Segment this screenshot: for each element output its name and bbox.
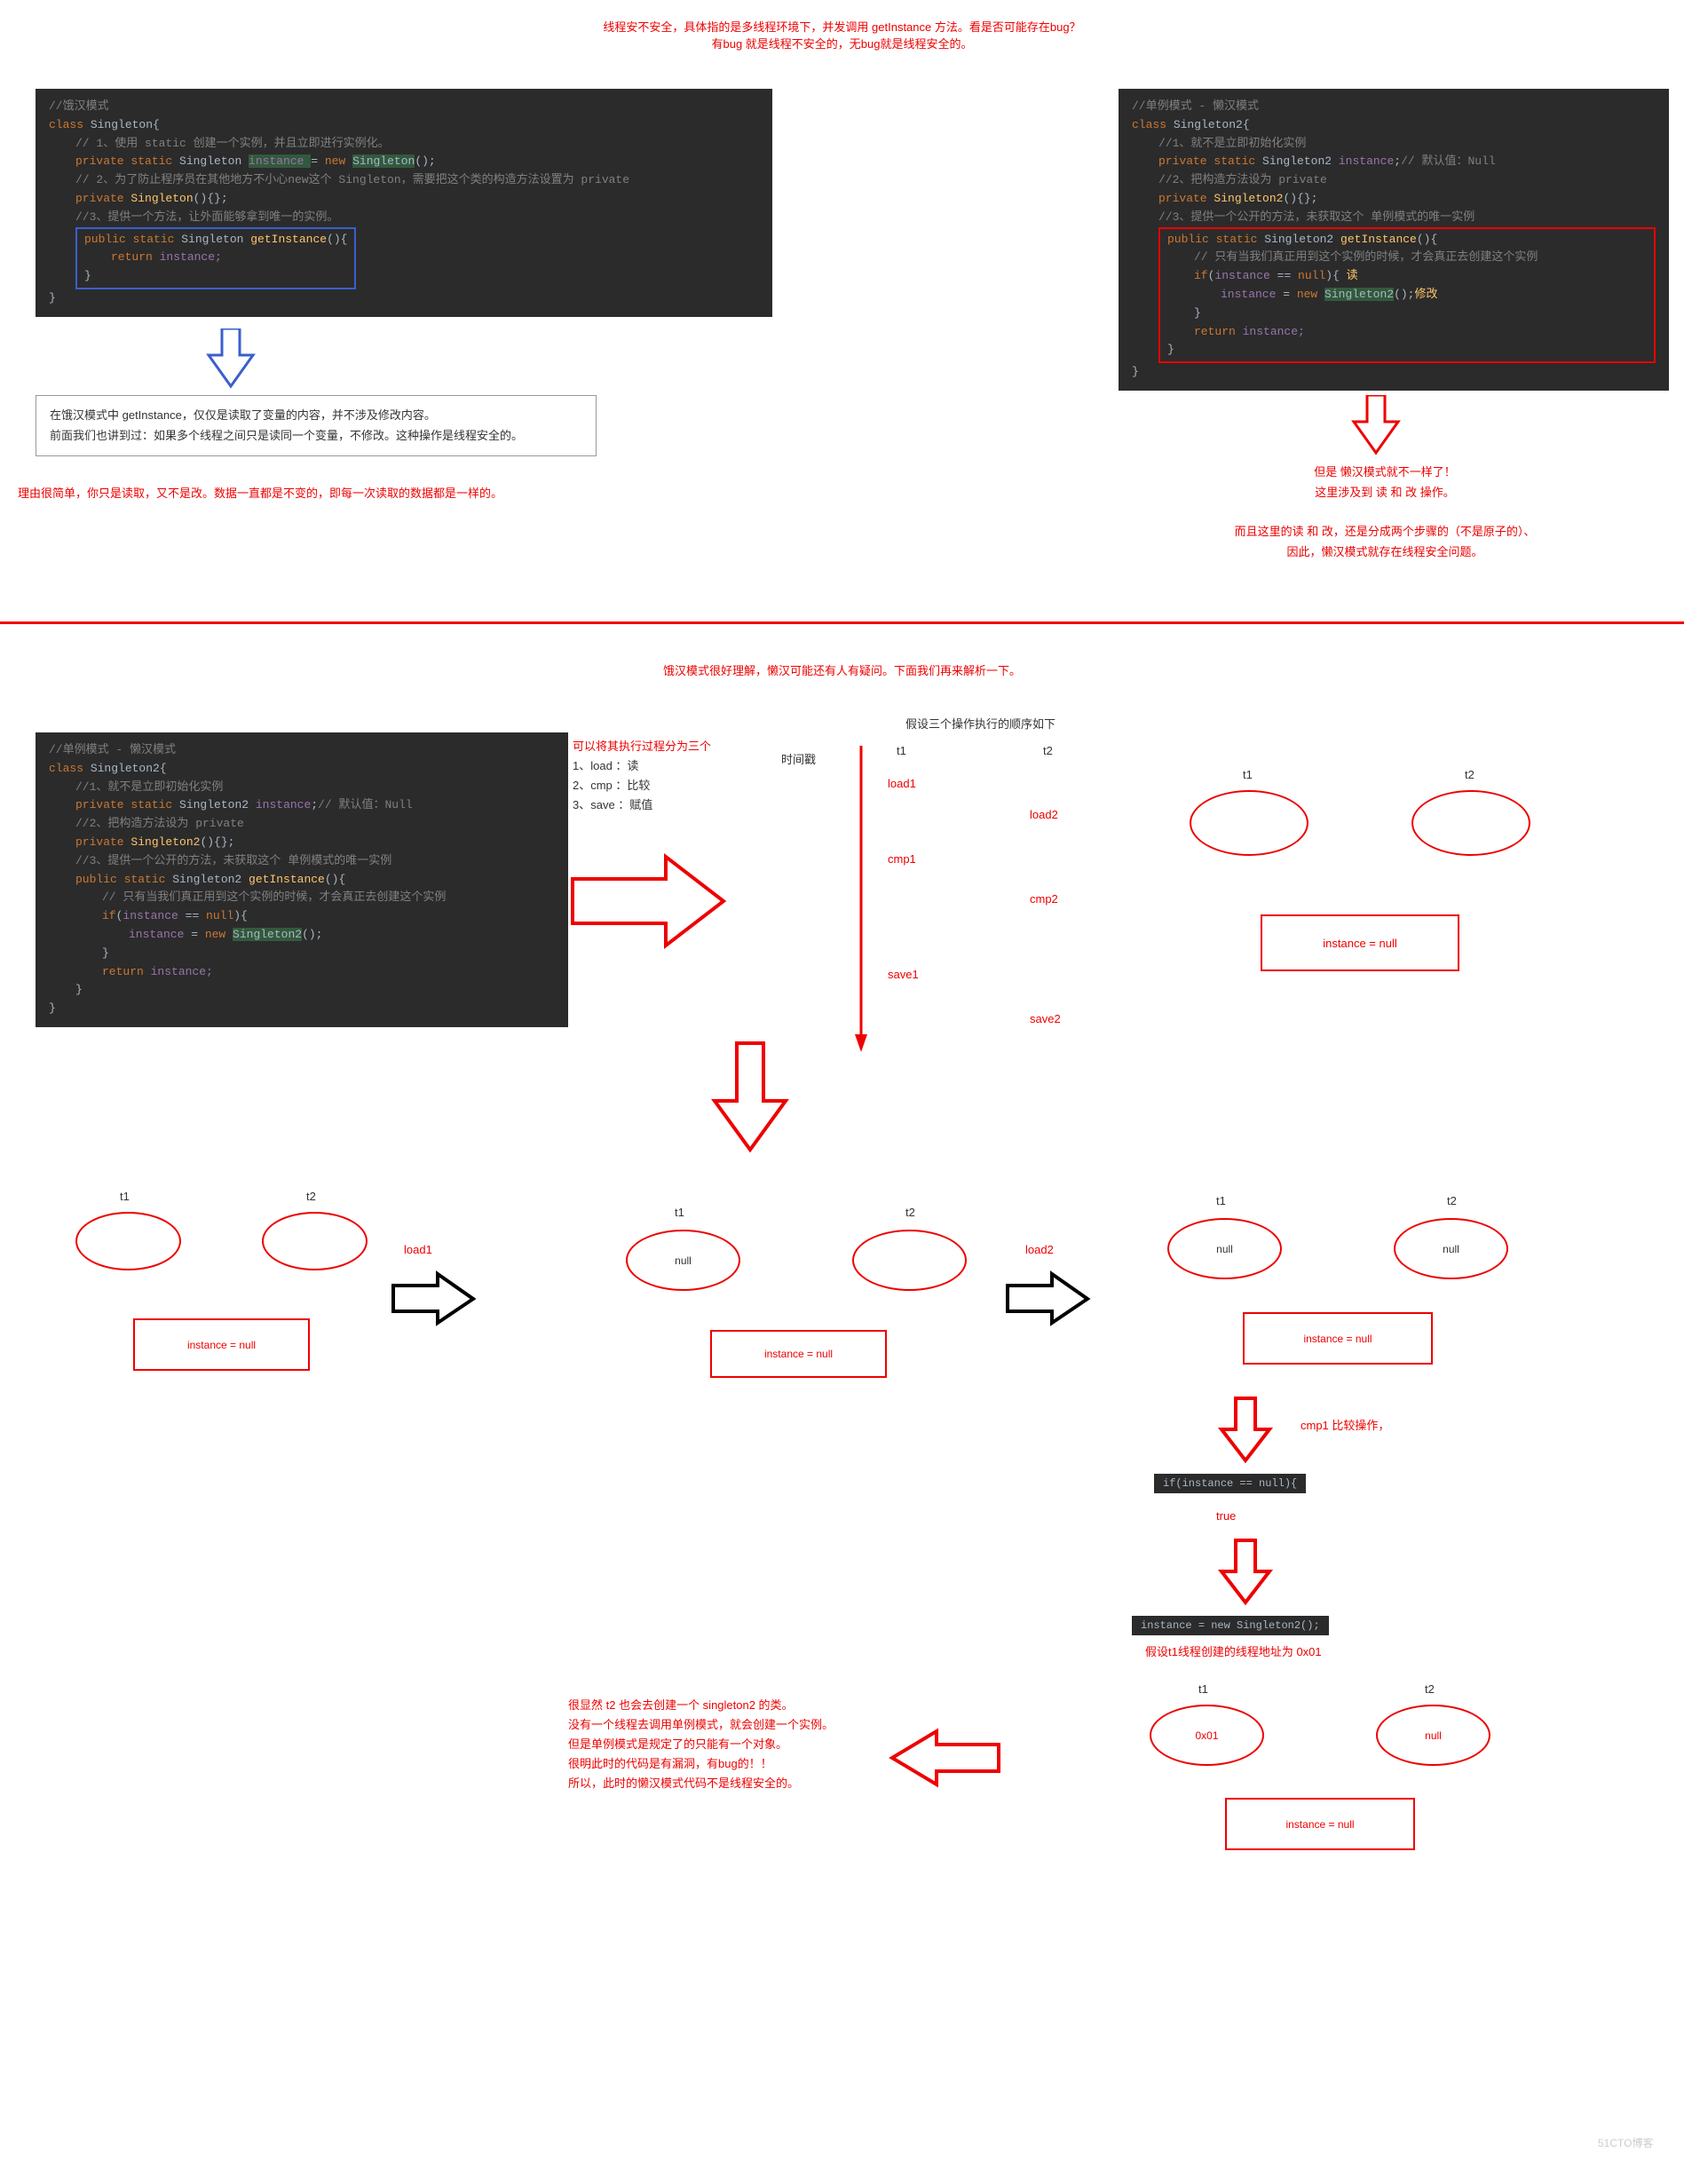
arrow-right-icon [389, 1270, 478, 1327]
eager-reason: 理由很简单，你只是读取，又不是改。数据一直都是不变的，即每一次读取的数据都是一样… [18, 484, 502, 501]
fb-o2 [852, 1230, 967, 1291]
state-instance: instance = null [1261, 914, 1459, 971]
fb-t2: t2 [905, 1206, 915, 1219]
tl-save1: save1 [888, 968, 919, 981]
fd-t1: t1 [1198, 1682, 1208, 1696]
time-label: 时间戳 [781, 750, 816, 767]
state-t2-oval [1411, 790, 1530, 856]
arrow-right-icon [568, 852, 728, 950]
tl-load2: load2 [1030, 808, 1058, 821]
arrow-down-icon [1214, 1394, 1277, 1465]
arrow-down-icon [1214, 1536, 1277, 1607]
tl-cmp2: cmp2 [1030, 892, 1058, 906]
section2-header: 饿汉模式很好理解，懒汉可能还有人有疑问。下面我们再来解析一下。 [0, 661, 1684, 678]
timeline-axis [852, 746, 870, 1056]
addr-label: 假设t1线程创建的线程地址为 0x01 [1145, 1642, 1322, 1659]
tl-save2: save2 [1030, 1012, 1061, 1025]
fd-inst: instance = null [1225, 1798, 1415, 1850]
fa-t1: t1 [120, 1190, 130, 1203]
fc-inst: instance = null [1243, 1312, 1433, 1365]
code-lazy: //单例模式 - 懒汉模式 class Singleton2{ //1、就不是立… [1119, 89, 1669, 391]
th-t1: t1 [897, 744, 906, 757]
tl-cmp1: cmp1 [888, 852, 916, 866]
header-l1: 线程安不安全，具体指的是多线程环境下，并发调用 getInstance 方法。看… [0, 18, 1684, 35]
fc-o1: null [1167, 1218, 1282, 1279]
lazy-explain: 但是 懒汉模式就不一样了！ 这里涉及到 读 和 改 操作。 而且这里的读 和 改… [1136, 462, 1633, 563]
timeline-title: 假设三个操作执行的顺序如下 [905, 715, 1055, 732]
header-text: 线程安不安全，具体指的是多线程环境下，并发调用 getInstance 方法。看… [0, 18, 1684, 51]
section-divider [0, 621, 1684, 624]
fd-o2: null [1376, 1705, 1490, 1766]
header-l2: 有bug 就是线程不安全的，无bug就是线程安全的。 [0, 35, 1684, 51]
arrow-down-icon [1349, 395, 1403, 457]
state-t1-oval [1190, 790, 1308, 856]
th-t2: t2 [1043, 744, 1053, 757]
state-t1: t1 [1243, 768, 1253, 781]
eager-explain-box: 在饿汉模式中 getInstance，仅仅是读取了变量的内容，并不涉及修改内容。… [36, 395, 597, 456]
state-t2: t2 [1465, 768, 1474, 781]
cmp1-label: cmp1 比较操作， [1301, 1416, 1389, 1433]
code-lazy-2: //单例模式 - 懒汉模式 class Singleton2{ //1、就不是立… [36, 732, 568, 1027]
fa-load1: load1 [404, 1243, 432, 1256]
fa-inst: instance = null [133, 1318, 310, 1371]
fa-o1 [75, 1212, 181, 1270]
fd-t2: t2 [1425, 1682, 1435, 1696]
if-code: if(instance == null){ [1154, 1474, 1306, 1493]
fc-t1: t1 [1216, 1194, 1226, 1207]
watermark: 51CTO博客 [1598, 2135, 1653, 2150]
fb-o1: null [626, 1230, 740, 1291]
new-code: instance = new Singleton2(); [1132, 1616, 1329, 1635]
code-eager: //饿汉模式 class Singleton{ // 1、使用 static 创… [36, 89, 772, 317]
arrow-down-icon [204, 328, 257, 391]
arrow-left-icon [888, 1727, 1003, 1789]
arrow-right-icon [1003, 1270, 1092, 1327]
fa-t2: t2 [306, 1190, 316, 1203]
fb-t1: t1 [675, 1206, 684, 1219]
fb-load2: load2 [1025, 1243, 1054, 1256]
fd-o1: 0x01 [1150, 1705, 1264, 1766]
true-label: true [1216, 1509, 1236, 1523]
steps-text: 可以将其执行过程分为三个 1、load ：读 2、cmp ：比较 3、save … [573, 737, 711, 815]
fc-t2: t2 [1447, 1194, 1457, 1207]
arrow-down-icon [710, 1039, 790, 1154]
fc-o2: null [1394, 1218, 1508, 1279]
fa-o2 [262, 1212, 368, 1270]
tl-load1: load1 [888, 777, 916, 790]
fb-inst: instance = null [710, 1330, 887, 1378]
conclusion: 很显然 t2 也会去创建一个 singleton2 的类。 没有一个线程去调用单… [568, 1696, 834, 1793]
